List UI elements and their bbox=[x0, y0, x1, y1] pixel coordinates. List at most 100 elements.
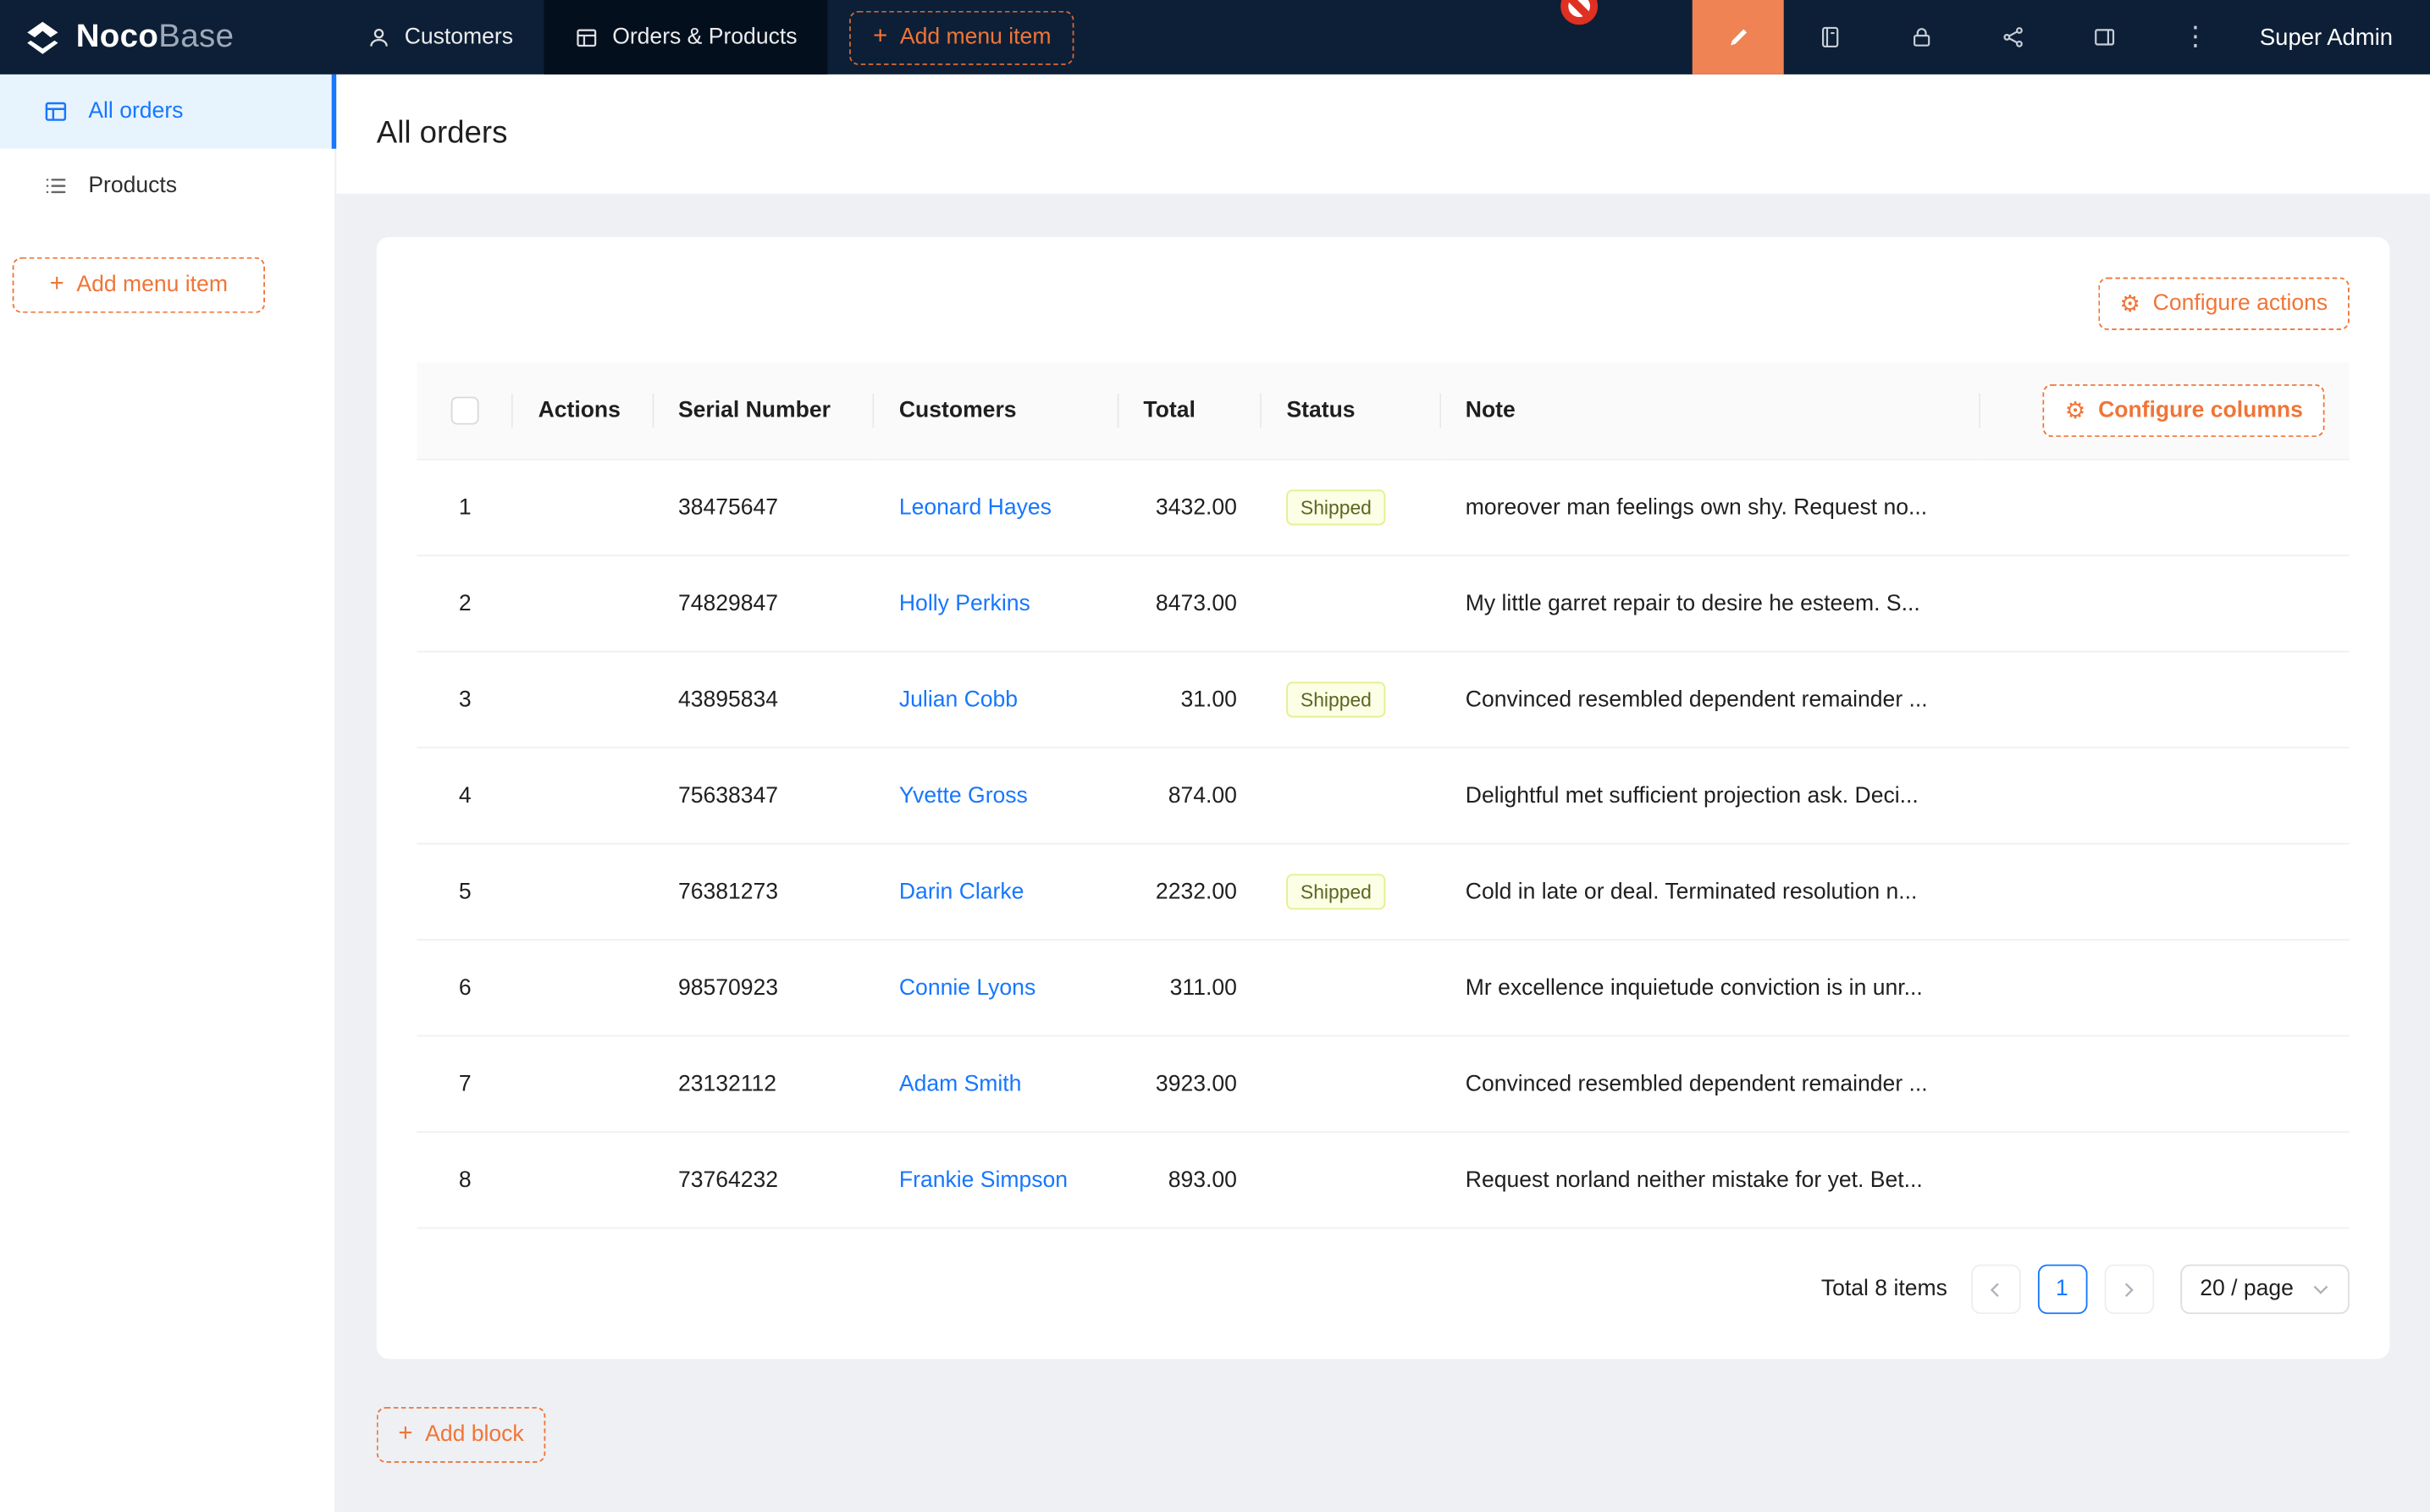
note-cell: My little garret repair to desire he est… bbox=[1440, 555, 1980, 651]
sidebar-item-label: Products bbox=[88, 174, 177, 198]
table-row: 2 74829847 Holly Perkins 8473.00 My litt… bbox=[417, 555, 2349, 651]
row-index[interactable]: 5 bbox=[417, 844, 513, 940]
api-connections-button[interactable] bbox=[1967, 0, 2058, 74]
brand-name: NocoBase bbox=[76, 19, 235, 56]
column-header-actions[interactable]: Actions bbox=[513, 362, 653, 459]
brand[interactable]: NocoBase bbox=[0, 0, 336, 74]
status-tag: Shipped bbox=[1286, 682, 1385, 717]
note-cell: Delightful met sufficient projection ask… bbox=[1440, 748, 1980, 843]
customer-link[interactable]: Adam Smith bbox=[899, 1072, 1022, 1096]
pagination-prev-button[interactable] bbox=[1970, 1265, 2020, 1315]
customer-link[interactable]: Frankie Simpson bbox=[899, 1167, 1068, 1192]
pen-icon bbox=[1726, 25, 1750, 49]
total-cell: 31.00 bbox=[1118, 652, 1262, 748]
note-cell: Convinced resembled dependent remainder … bbox=[1440, 652, 1980, 748]
serial-cell: 98570923 bbox=[654, 940, 875, 1035]
pagination-next-button[interactable] bbox=[2104, 1265, 2154, 1315]
documentation-button[interactable] bbox=[1784, 0, 1875, 74]
row-index[interactable]: 2 bbox=[417, 555, 513, 651]
column-header-customers[interactable]: Customers bbox=[875, 362, 1119, 459]
select-all-cell bbox=[417, 362, 513, 459]
customer-link[interactable]: Connie Lyons bbox=[899, 975, 1036, 1000]
share-nodes-icon bbox=[2000, 25, 2024, 49]
column-header-status[interactable]: Status bbox=[1262, 362, 1440, 459]
add-block-button[interactable]: + Add block bbox=[377, 1407, 546, 1463]
row-index[interactable]: 6 bbox=[417, 940, 513, 1035]
select-all-checkbox[interactable] bbox=[451, 397, 479, 425]
row-actions-cell bbox=[513, 460, 653, 555]
configure-columns-cell: ⚙ Configure columns bbox=[1980, 362, 2350, 459]
row-index[interactable]: 3 bbox=[417, 652, 513, 748]
customer-link[interactable]: Darin Clarke bbox=[899, 880, 1024, 904]
note-cell: Cold in late or deal. Terminated resolut… bbox=[1440, 844, 1980, 940]
table-row: 6 98570923 Connie Lyons 311.00 Mr excell… bbox=[417, 940, 2349, 1035]
serial-cell: 74829847 bbox=[654, 555, 875, 651]
main-area: All orders ⚙ Configure actions bbox=[336, 74, 2430, 1512]
customer-link[interactable]: Leonard Hayes bbox=[899, 495, 1052, 520]
nocobase-logo-icon bbox=[23, 18, 62, 57]
configure-actions-button[interactable]: ⚙ Configure actions bbox=[2098, 278, 2350, 330]
more-options-button[interactable]: ⋮ bbox=[2150, 0, 2241, 74]
table-row: 4 75638347 Yvette Gross 874.00 Delightfu… bbox=[417, 748, 2349, 843]
configure-columns-button[interactable]: ⚙ Configure columns bbox=[2043, 384, 2324, 437]
book-icon bbox=[1817, 25, 1842, 49]
plus-icon: + bbox=[398, 1422, 412, 1447]
customer-link[interactable]: Julian Cobb bbox=[899, 687, 1018, 712]
row-actions-cell bbox=[513, 940, 653, 1035]
total-cell: 874.00 bbox=[1118, 748, 1262, 843]
row-actions-cell bbox=[513, 1132, 653, 1228]
total-cell: 2232.00 bbox=[1118, 844, 1262, 940]
page-content: ⚙ Configure actions Actio bbox=[336, 194, 2430, 1463]
page-header: All orders bbox=[336, 74, 2430, 194]
row-index[interactable]: 1 bbox=[417, 460, 513, 555]
chevron-right-icon bbox=[2122, 1281, 2135, 1298]
customer-link[interactable]: Holly Perkins bbox=[899, 591, 1030, 615]
nav-item-label: Customers bbox=[405, 25, 513, 49]
plus-icon: + bbox=[873, 25, 887, 49]
ellipsis-vertical-icon: ⋮ bbox=[2182, 22, 2208, 53]
row-index[interactable]: 4 bbox=[417, 748, 513, 843]
orders-table: Actions Serial Number Customers Total St… bbox=[417, 362, 2349, 1228]
sidebar-item-products[interactable]: Products bbox=[0, 149, 334, 223]
layout-toggle-button[interactable] bbox=[2058, 0, 2150, 74]
row-actions-cell bbox=[513, 1036, 653, 1132]
sidebar-item-label: All orders bbox=[88, 99, 183, 124]
ui-editor-toggle-button[interactable] bbox=[1693, 0, 1784, 74]
total-cell: 3923.00 bbox=[1118, 1036, 1262, 1132]
total-cell: 893.00 bbox=[1118, 1132, 1262, 1228]
nav-item-orders-products[interactable]: Orders & Products bbox=[544, 0, 828, 74]
app-window: NocoBase Customers Orders & Products + A… bbox=[0, 0, 2430, 1512]
access-control-button[interactable] bbox=[1875, 0, 1967, 74]
user-menu[interactable]: Super Admin bbox=[2241, 0, 2430, 74]
topbar-actions: ⋮ Super Admin bbox=[1693, 0, 2430, 74]
table-row: 7 23132112 Adam Smith 3923.00 Convinced … bbox=[417, 1036, 2349, 1132]
page-title: All orders bbox=[377, 116, 508, 152]
orders-block-card: ⚙ Configure actions Actio bbox=[377, 237, 2390, 1359]
table-header-row: Actions Serial Number Customers Total St… bbox=[417, 362, 2349, 459]
sidebar-item-all-orders[interactable]: All orders bbox=[0, 74, 334, 149]
row-index[interactable]: 8 bbox=[417, 1132, 513, 1228]
gear-icon: ⚙ bbox=[2119, 292, 2140, 315]
gear-icon: ⚙ bbox=[2065, 399, 2086, 422]
column-header-total[interactable]: Total bbox=[1118, 362, 1262, 459]
customer-link[interactable]: Yvette Gross bbox=[899, 783, 1028, 808]
nav-item-customers[interactable]: Customers bbox=[336, 0, 544, 74]
note-cell: Request norland neither mistake for yet.… bbox=[1440, 1132, 1980, 1228]
layout-panel-icon bbox=[2091, 25, 2116, 49]
row-actions-cell bbox=[513, 748, 653, 843]
block-actions-bar: ⚙ Configure actions bbox=[417, 278, 2349, 330]
sidebar: All orders Products + Add menu item bbox=[0, 74, 336, 1512]
row-index[interactable]: 7 bbox=[417, 1036, 513, 1132]
add-block-row: + Add block bbox=[377, 1407, 2390, 1463]
page-size-select[interactable]: 20 / page bbox=[2179, 1265, 2349, 1315]
sidebar-add-menu-item-button[interactable]: + Add menu item bbox=[13, 257, 265, 313]
column-header-note[interactable]: Note bbox=[1440, 362, 1980, 459]
pagination-page-1[interactable]: 1 bbox=[2037, 1265, 2087, 1315]
total-cell: 311.00 bbox=[1118, 940, 1262, 1035]
orders-table-icon bbox=[43, 99, 68, 124]
topbar-add-menu-item-button[interactable]: + Add menu item bbox=[850, 10, 1074, 64]
row-actions-cell bbox=[513, 652, 653, 748]
nav-item-label: Orders & Products bbox=[612, 25, 797, 49]
column-header-serial-number[interactable]: Serial Number bbox=[654, 362, 875, 459]
status-tag: Shipped bbox=[1286, 874, 1385, 909]
